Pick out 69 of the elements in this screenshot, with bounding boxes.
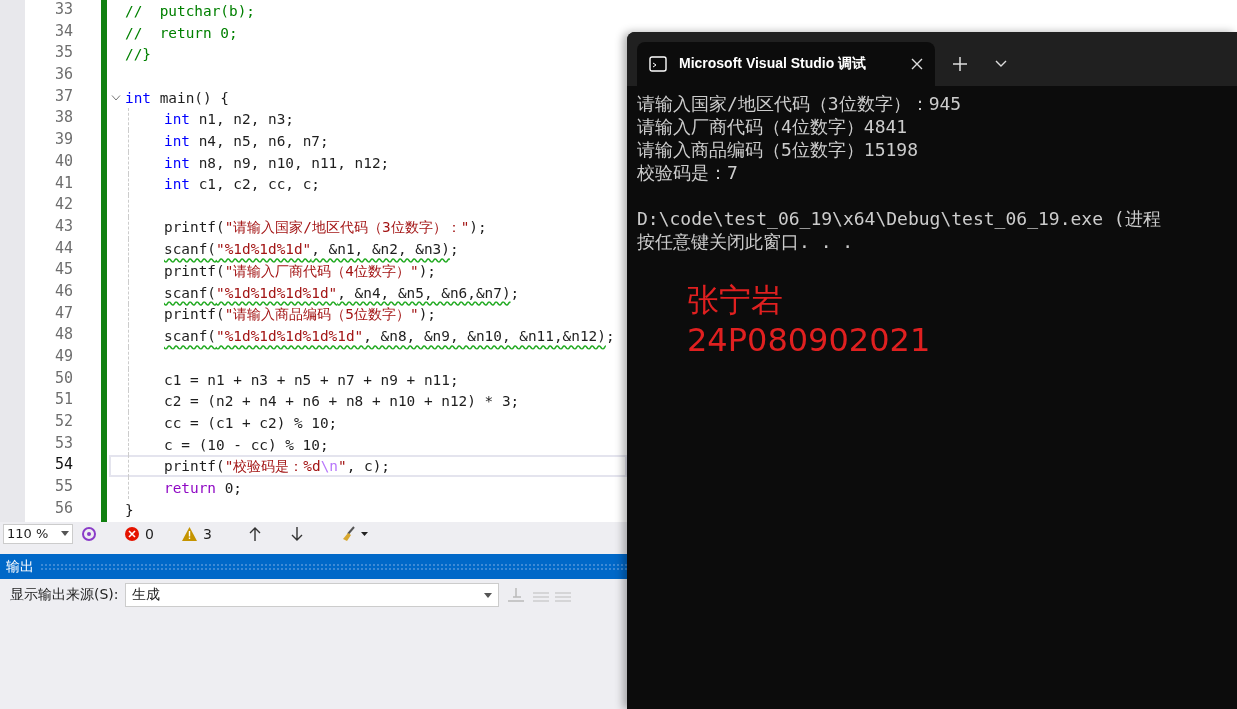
line-number: 55 <box>53 477 73 498</box>
code-line: int n4, n5, n6, n7; <box>164 132 329 149</box>
line-number: 42 <box>53 195 73 216</box>
code-line: c1 = n1 + n3 + n5 + n7 + n9 + n11; <box>164 371 459 388</box>
code-line: // putchar(b); <box>125 2 255 19</box>
source-dropdown[interactable]: 生成 <box>124 583 499 607</box>
code-line: c2 = (n2 + n4 + n6 + n8 + n10 + n12) * 3; <box>164 393 520 410</box>
line-number: 39 <box>53 130 73 151</box>
line-number: 38 <box>53 108 73 129</box>
caret-icon[interactable] <box>483 592 492 598</box>
annotation-text: 张宁岩 <box>687 280 784 320</box>
line-number: 47 <box>53 303 73 324</box>
line-number: 34 <box>53 21 73 42</box>
code-line: printf("请输入国家/地区代码（3位数字）："); <box>164 218 487 238</box>
code-line: printf("请输入厂商代码（4位数字）"); <box>164 261 436 281</box>
code-line: int n8, n9, n10, n11, n12; <box>164 154 390 171</box>
line-number: 51 <box>53 390 73 411</box>
terminal-tab[interactable]: Microsoft Visual Studio 调试 <box>637 42 935 86</box>
code-line: } <box>125 501 134 518</box>
console-line: D:\code\test_06_19\x64\Debug\test_06_19.exe (进程 <box>637 207 1162 230</box>
code-line: // return 0; <box>125 24 238 41</box>
warning-icon <box>181 526 197 541</box>
line-number: 45 <box>53 260 73 281</box>
code-line: scanf("%1d%1d%1d", &n1, &n2, &n3); <box>164 241 459 258</box>
line-number: 46 <box>53 281 73 302</box>
line-number: 33 <box>53 0 73 20</box>
line-number: 35 <box>53 43 73 64</box>
panel-title: 输出 <box>6 557 34 576</box>
error-count: 0 <box>145 525 154 542</box>
zoom-dropdown[interactable]: 110 % <box>3 523 73 544</box>
plus-icon[interactable] <box>953 57 967 71</box>
line-number: 49 <box>53 347 73 367</box>
line-number: 56 <box>53 498 73 519</box>
code-line: int main() { <box>125 89 229 106</box>
error-icon <box>125 526 139 541</box>
line-number: 50 <box>53 368 73 389</box>
code-line: printf("请输入商品编码（5位数字）"); <box>164 304 436 324</box>
warning-count: 3 <box>202 525 212 542</box>
line-number: 41 <box>53 173 73 194</box>
code-line: int c1, c2, cc, c; <box>164 176 320 193</box>
console-line: 按任意键关闭此窗口. . . <box>637 230 855 253</box>
close-icon[interactable] <box>911 58 923 70</box>
line-number: 37 <box>53 86 73 107</box>
console-icon <box>649 56 667 72</box>
code-line: printf("校验码是：%d\n", c); <box>164 456 390 476</box>
code-line: cc = (c1 + c2) % 10; <box>164 414 338 431</box>
code-line: scanf("%1d%1d%1d%1d", &n4, &n5, &n6,&n7); <box>164 284 520 301</box>
code-line: return 0; <box>164 479 242 496</box>
console-line: 请输入国家/地区代码（3位数字）：945 <box>637 92 963 115</box>
console-line: 请输入厂商代码（4位数字）4841 <box>637 115 909 138</box>
line-number: 53 <box>53 433 73 454</box>
caret-icon[interactable] <box>61 531 69 536</box>
code-line: scanf("%1d%1d%1d%1d%1d", &n8, &n9, &n10, &n11,&n12); <box>164 328 615 345</box>
chevron-down-icon[interactable] <box>995 60 1007 68</box>
source-label: 显示输出来源(S): <box>10 586 119 604</box>
line-number: 36 <box>53 65 73 86</box>
line-number: 40 <box>53 151 73 172</box>
code-line: c = (10 - cc) % 10; <box>164 436 329 453</box>
collapse-icon[interactable] <box>111 94 121 101</box>
line-number: 54 <box>53 455 73 476</box>
console-line: 校验码是：7 <box>637 161 739 184</box>
line-number: 48 <box>53 325 73 346</box>
annotation-text: 24P080902021 <box>687 320 931 360</box>
code-line: int n1, n2, n3; <box>164 111 294 128</box>
line-number: 44 <box>53 238 73 259</box>
line-number: 52 <box>53 412 73 433</box>
line-number: 43 <box>53 216 73 237</box>
console-line: 请输入商品编码（5位数字）15198 <box>637 138 920 161</box>
code-line: //} <box>125 46 151 63</box>
